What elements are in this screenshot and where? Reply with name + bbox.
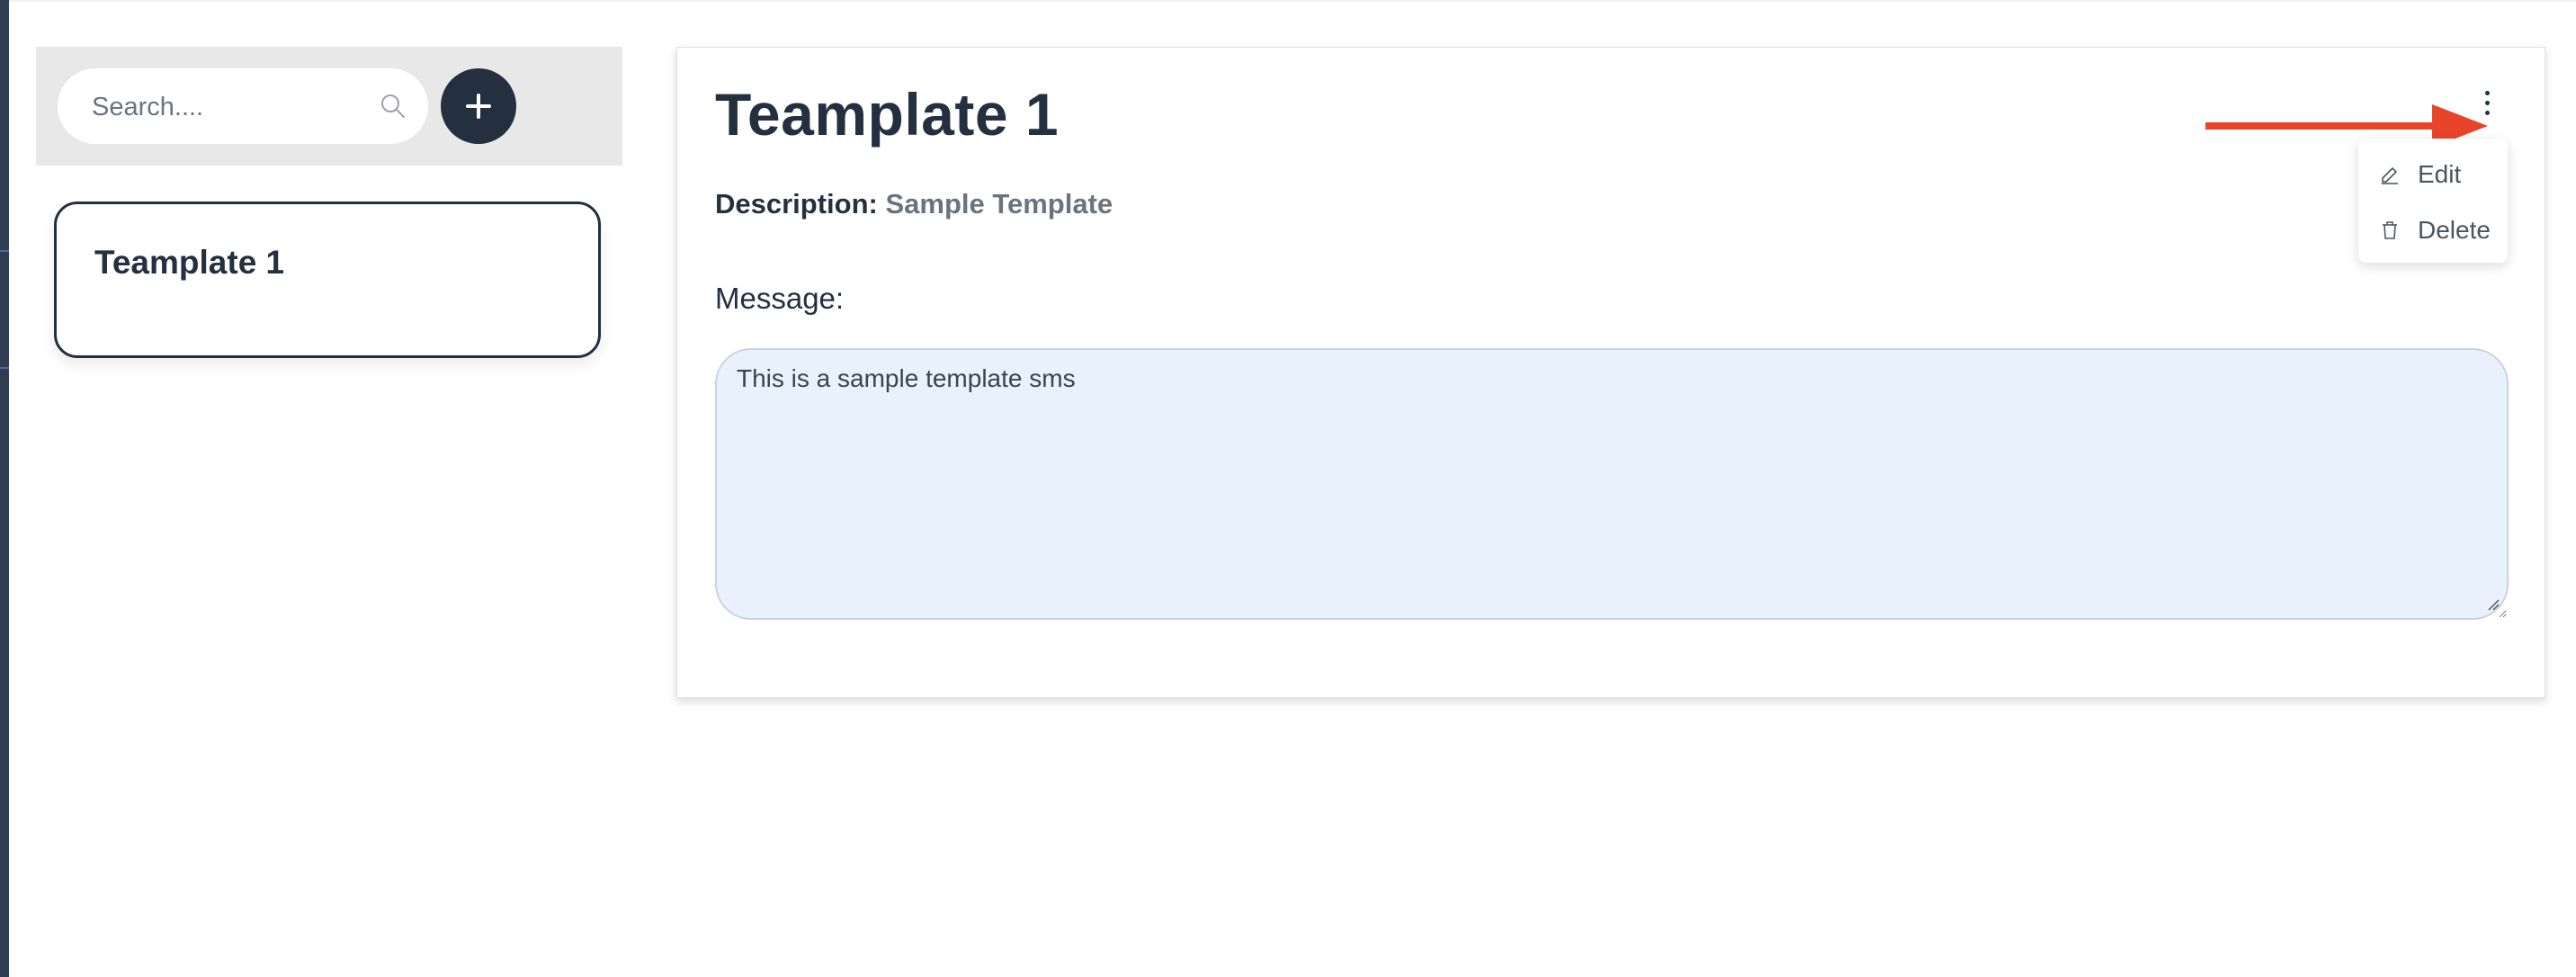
- search-icon[interactable]: [380, 93, 407, 120]
- plus-icon: [466, 94, 491, 119]
- menu-item-delete[interactable]: Delete: [2380, 209, 2491, 252]
- window-left-edge: [0, 0, 9, 977]
- trash-icon: [2380, 218, 2405, 243]
- resize-handle-icon[interactable]: [2485, 596, 2500, 611]
- menu-item-label: Delete: [2418, 216, 2491, 244]
- edge-mark: [0, 367, 9, 369]
- sidebar-toolbar: [36, 47, 622, 166]
- pencil-icon: [2380, 162, 2405, 187]
- template-list-item[interactable]: Teamplate 1: [54, 202, 601, 358]
- description-label: Description:: [715, 188, 878, 220]
- options-dropdown: Edit Delete: [2358, 139, 2508, 263]
- message-textarea[interactable]: This is a sample template sms: [715, 348, 2509, 620]
- description-value: Sample Template: [885, 188, 1114, 220]
- add-template-button[interactable]: [441, 68, 516, 144]
- template-title: Teamplate 1: [715, 81, 1060, 148]
- search-input[interactable]: [90, 68, 363, 146]
- template-name: Teamplate 1: [94, 244, 285, 281]
- message-label: Message:: [715, 282, 845, 315]
- top-divider: [9, 0, 2576, 2]
- description-row: Description: Sample Template: [715, 188, 1113, 220]
- menu-item-edit[interactable]: Edit: [2380, 153, 2461, 196]
- menu-item-label: Edit: [2418, 160, 2462, 188]
- search-field[interactable]: [58, 68, 428, 146]
- edge-mark: [0, 250, 9, 252]
- message-text: This is a sample template sms: [737, 364, 1076, 392]
